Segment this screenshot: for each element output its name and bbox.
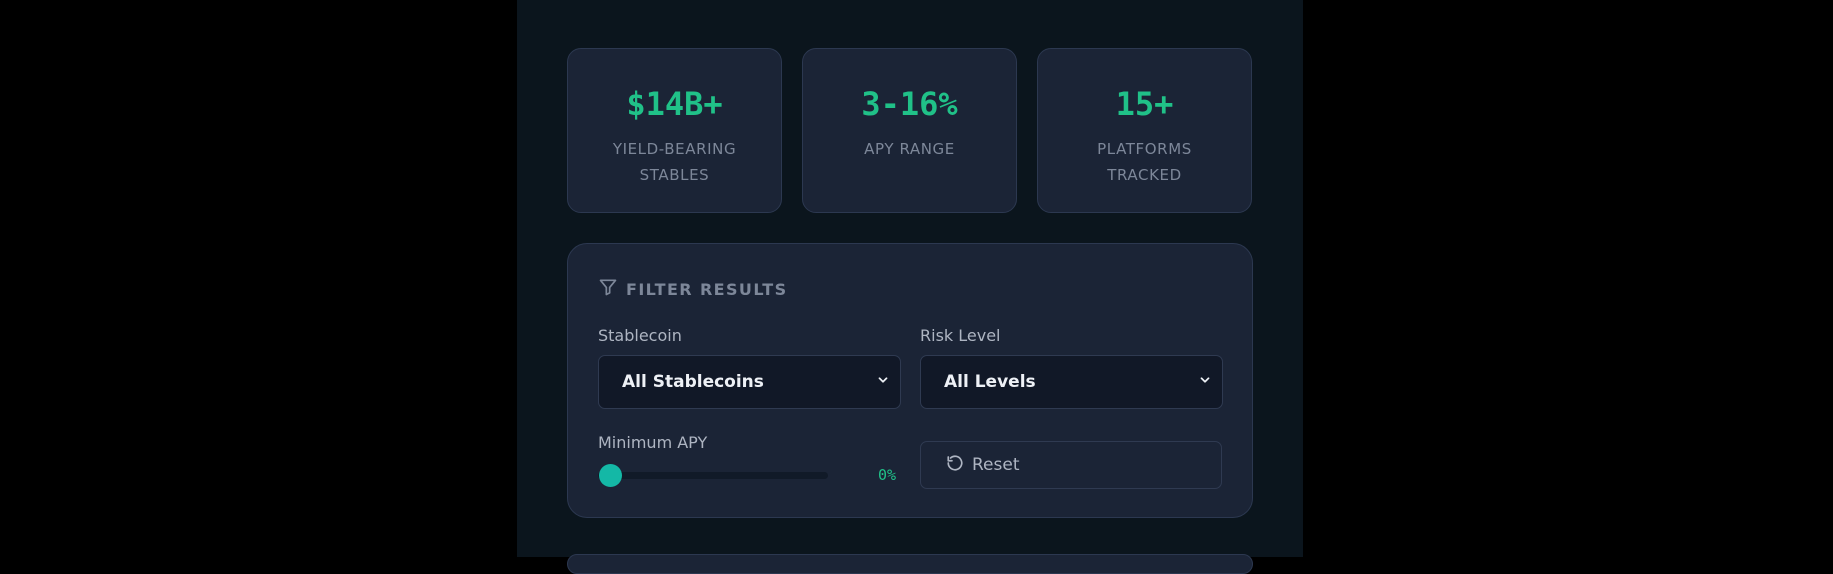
filter-panel: FILTER RESULTS Stablecoin All Stablecoin…	[567, 243, 1253, 518]
stablecoin-label: Stablecoin	[598, 326, 682, 345]
filter-header: FILTER RESULTS	[598, 277, 788, 301]
stat-value: $14B+	[626, 85, 723, 123]
main-column: $14B+ YIELD-BEARING STABLES 3-16% APY RA…	[517, 0, 1303, 574]
chevron-down-icon	[1198, 372, 1212, 392]
stat-value: 15+	[1115, 85, 1174, 123]
min-apy-slider-thumb[interactable]	[599, 464, 622, 487]
stat-card-yield-bearing: $14B+ YIELD-BEARING STABLES	[567, 48, 782, 213]
risk-level-label: Risk Level	[920, 326, 1001, 345]
min-apy-label: Minimum APY	[598, 433, 708, 452]
stat-label: APY RANGE	[864, 140, 955, 158]
risk-level-select[interactable]: All Levels	[920, 355, 1223, 409]
risk-level-select-value: All Levels	[944, 372, 1036, 392]
stat-value: 3-16%	[861, 85, 958, 123]
reset-button[interactable]: Reset	[920, 441, 1222, 489]
min-apy-value: 0%	[878, 466, 897, 484]
filter-icon	[598, 277, 618, 301]
stat-label: PLATFORMS TRACKED	[1097, 140, 1192, 184]
stablecoin-select-value: All Stablecoins	[622, 372, 764, 392]
reset-icon	[946, 454, 964, 477]
min-apy-slider-track[interactable]	[598, 472, 828, 479]
reset-label: Reset	[972, 455, 1020, 475]
stablecoin-select[interactable]: All Stablecoins	[598, 355, 901, 409]
chevron-down-icon	[876, 372, 890, 392]
filter-title: FILTER RESULTS	[626, 279, 788, 299]
next-card-edge	[567, 554, 1253, 574]
stats-row: $14B+ YIELD-BEARING STABLES 3-16% APY RA…	[567, 48, 1252, 213]
stat-card-apy-range: 3-16% APY RANGE	[802, 48, 1017, 213]
stat-label: YIELD-BEARING STABLES	[612, 140, 737, 184]
stat-card-platforms: 15+ PLATFORMS TRACKED	[1037, 48, 1252, 213]
